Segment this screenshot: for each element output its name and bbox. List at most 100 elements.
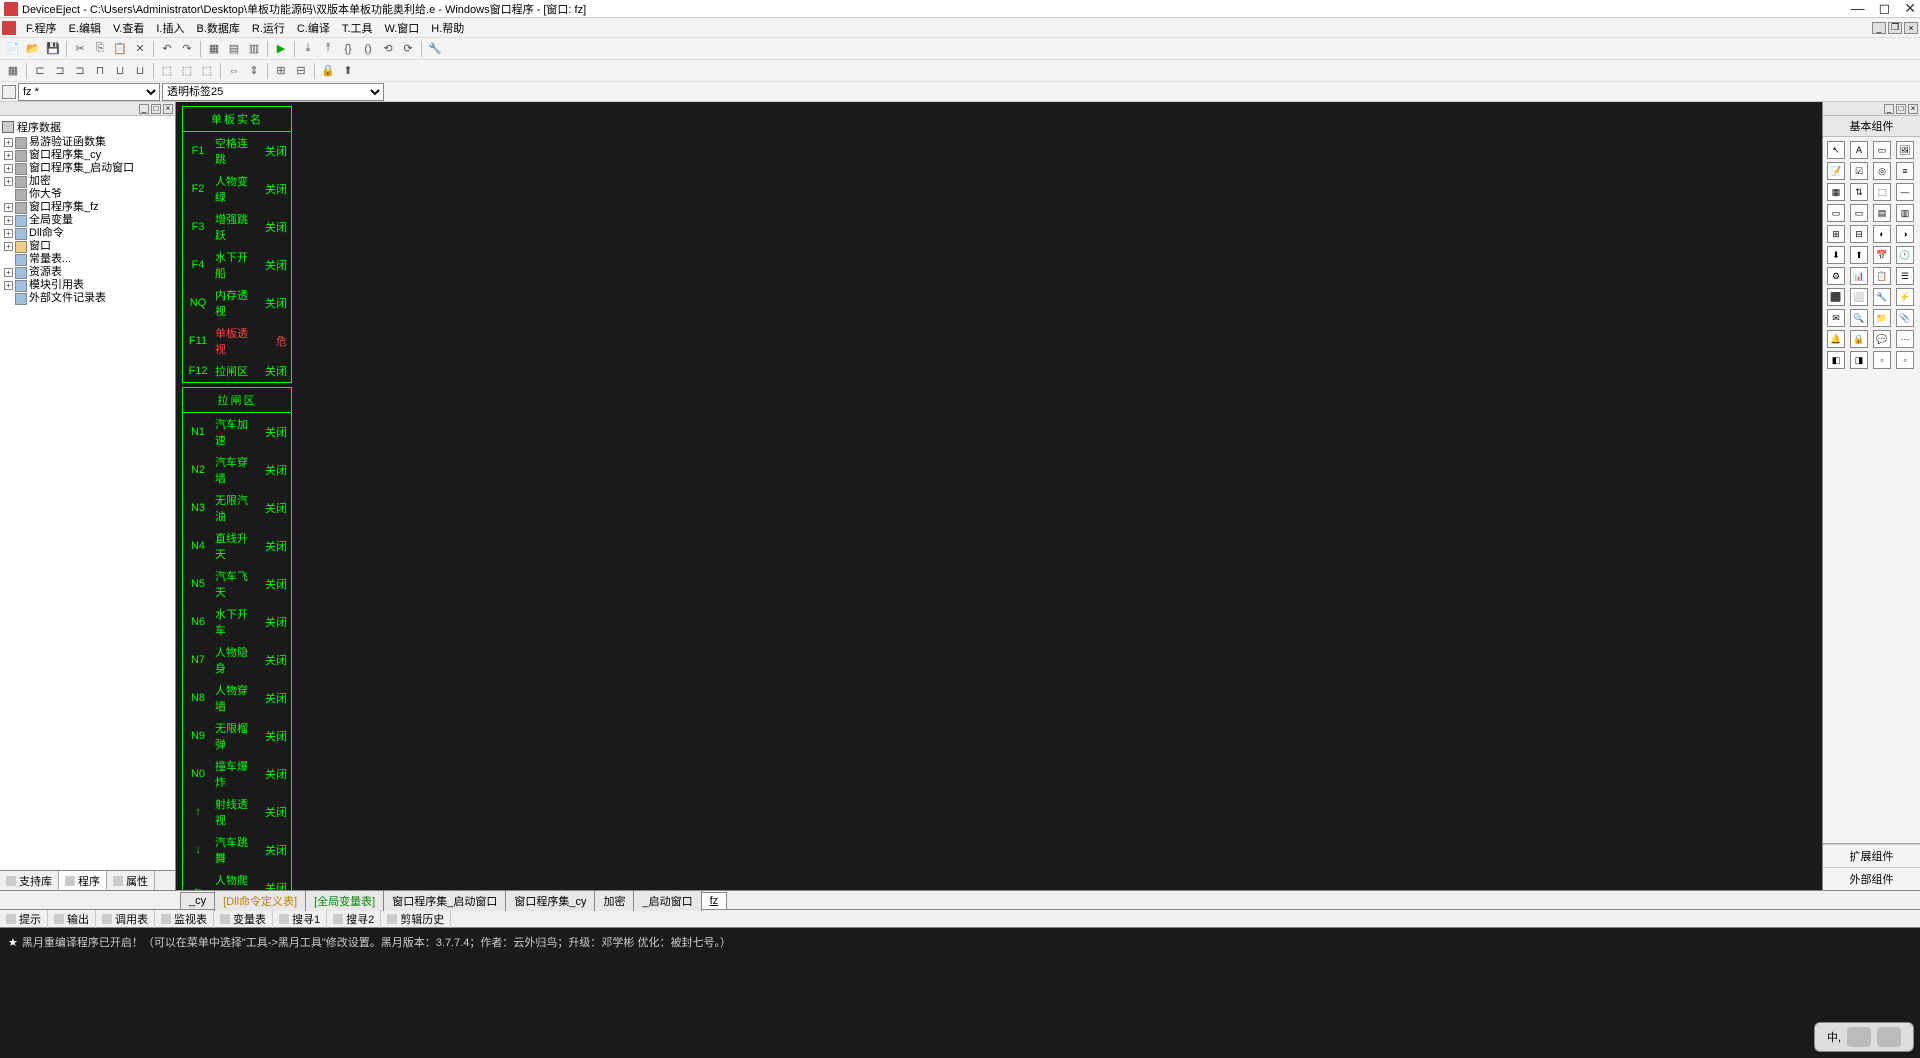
info-tab[interactable]: 搜寻1 (273, 910, 327, 928)
palette-component[interactable]: 📁 (1873, 309, 1891, 327)
mdi-minimize-button[interactable]: _ (1872, 22, 1886, 34)
info-tab[interactable]: 提示 (0, 910, 48, 928)
size-button-1[interactable]: ⬚ (158, 62, 176, 80)
info-tab[interactable]: 输出 (48, 910, 96, 928)
editor-tab[interactable]: [全局变量表] (305, 890, 384, 911)
align-left-button[interactable]: ⊏ (31, 62, 49, 80)
info-tab[interactable]: 剪辑历史 (381, 910, 451, 928)
feature-row[interactable]: N0撞车爆炸关闭 (183, 755, 291, 793)
palette-component[interactable]: 💬 (1873, 330, 1891, 348)
palette-category-button[interactable]: 扩展组件 (1823, 844, 1920, 867)
palette-component[interactable]: — (1896, 183, 1914, 201)
mdi-close-button[interactable]: × (1904, 22, 1918, 34)
panel-close-button[interactable]: × (163, 104, 173, 114)
copy-button[interactable]: ⎘ (91, 40, 109, 58)
editor-tab[interactable]: [Dll命令定义表] (214, 890, 306, 911)
palette-component[interactable]: 🔒 (1850, 330, 1868, 348)
palette-component[interactable]: 📋 (1873, 267, 1891, 285)
tree-node[interactable]: +模块引用表 (2, 279, 173, 292)
menu-item[interactable]: E.编辑 (63, 18, 107, 38)
palette-component[interactable]: 📎 (1896, 309, 1914, 327)
tree-node[interactable]: +加密 (2, 175, 173, 188)
cut-button[interactable]: ✂ (71, 40, 89, 58)
feature-row[interactable]: F2人物变绿关闭 (183, 170, 291, 208)
close-button[interactable]: ✕ (1904, 0, 1916, 17)
space-button-2[interactable]: ⇕ (245, 62, 263, 80)
tree-node[interactable]: +易游验证函数集 (2, 136, 173, 149)
palette-component[interactable]: ⊟ (1850, 225, 1868, 243)
debug-button-4[interactable]: () (359, 40, 377, 58)
info-tab[interactable]: 搜寻2 (327, 910, 381, 928)
run-button[interactable]: ▶ (272, 40, 290, 58)
feature-row[interactable]: N7人物隐身关闭 (183, 641, 291, 679)
panel-max-button[interactable]: □ (151, 104, 161, 114)
tree-toggle-icon[interactable]: + (4, 268, 13, 277)
delete-button[interactable]: ✕ (131, 40, 149, 58)
palette-component[interactable]: 🔔 (1827, 330, 1845, 348)
tree-toggle-icon[interactable]: + (4, 164, 13, 173)
feature-row[interactable]: N6水下开车关闭 (183, 603, 291, 641)
tree-toggle-icon[interactable]: + (4, 203, 13, 212)
palette-component[interactable]: ▭ (1827, 204, 1845, 222)
debug-button-5[interactable]: ⟲ (379, 40, 397, 58)
editor-tab[interactable]: _cy (180, 892, 215, 909)
debug-button-6[interactable]: ⟳ (399, 40, 417, 58)
feature-row[interactable]: F11单板透视危 (183, 322, 291, 360)
grid-button[interactable]: ▦ (4, 62, 22, 80)
form-designer[interactable]: 单板实名 F1空格连跳关闭F2人物变绿关闭F3增强跳跃关闭F4水下开船关闭NQ内… (176, 102, 1822, 890)
info-tab[interactable]: 调用表 (96, 910, 155, 928)
tool-button[interactable]: 🔧 (426, 40, 444, 58)
open-button[interactable]: 📂 (24, 40, 42, 58)
menu-item[interactable]: H.帮助 (425, 18, 470, 38)
control-selector[interactable]: 透明标签25 (162, 83, 384, 101)
align-bottom-button[interactable]: ⊔ (131, 62, 149, 80)
feature-row[interactable]: ←人物爬墙关闭 (183, 869, 291, 890)
palette-component[interactable]: ⬇ (1827, 246, 1845, 264)
feature-row[interactable]: N8人物穿墙关闭 (183, 679, 291, 717)
info-tab[interactable]: 变量表 (214, 910, 273, 928)
center-h-button[interactable]: ⊞ (272, 62, 290, 80)
tree-toggle-icon[interactable]: + (4, 281, 13, 290)
feature-row[interactable]: N5汽车飞天关闭 (183, 565, 291, 603)
paste-button[interactable]: 📋 (111, 40, 129, 58)
debug-button-3[interactable]: {} (339, 40, 357, 58)
palette-component[interactable]: ⚡ (1896, 288, 1914, 306)
palette-component[interactable]: 🕐 (1896, 246, 1914, 264)
feature-row[interactable]: F3增强跳跃关闭 (183, 208, 291, 246)
menu-item[interactable]: B.数据库 (190, 18, 245, 38)
tree-node[interactable]: +资源表 (2, 266, 173, 279)
new-button[interactable]: 📄 (4, 40, 22, 58)
layout-button-1[interactable]: ▦ (205, 40, 223, 58)
order-button[interactable]: ⬆ (339, 62, 357, 80)
layout-button-2[interactable]: ▤ (225, 40, 243, 58)
palette-component[interactable]: ▦ (1827, 183, 1845, 201)
mdi-restore-button[interactable]: ❐ (1888, 22, 1902, 34)
rpanel-close-button[interactable]: × (1908, 104, 1918, 114)
palette-component[interactable]: ⚙ (1827, 267, 1845, 285)
tree-toggle-icon[interactable]: + (4, 151, 13, 160)
feature-row[interactable]: N4直线升天关闭 (183, 527, 291, 565)
palette-component[interactable]: ⊞ (1827, 225, 1845, 243)
palette-component[interactable]: ⬆ (1850, 246, 1868, 264)
feature-row[interactable]: F12拉闸区关闭 (183, 360, 291, 382)
output-console[interactable]: ★黑月重编译程序已开启！（可以在菜单中选择"工具->黑月工具"修改设置。黑月版本… (0, 928, 1920, 1058)
palette-component[interactable]: A (1850, 141, 1868, 159)
tree-node[interactable]: 你大爷 (2, 188, 173, 201)
palette-component[interactable]: 📝 (1827, 162, 1845, 180)
align-center-button[interactable]: ⊐ (51, 62, 69, 80)
feature-row[interactable]: N1汽车加速关闭 (183, 413, 291, 451)
palette-component[interactable]: ≡ (1896, 162, 1914, 180)
tree-node[interactable]: +窗口程序集_cy (2, 149, 173, 162)
feature-row[interactable]: N9无限榴弹关闭 (183, 717, 291, 755)
feature-row[interactable]: ↑射线透视关闭 (183, 793, 291, 831)
editor-tab[interactable]: 窗口程序集_启动窗口 (383, 890, 506, 911)
align-middle-button[interactable]: ⊔ (111, 62, 129, 80)
rpanel-min-button[interactable]: _ (1884, 104, 1894, 114)
feature-row[interactable]: F4水下开船关闭 (183, 246, 291, 284)
tree-node[interactable]: 常量表... (2, 253, 173, 266)
palette-component[interactable]: ✉ (1827, 309, 1845, 327)
info-tab[interactable]: 监视表 (155, 910, 214, 928)
palette-component[interactable]: ⬜ (1850, 288, 1868, 306)
editor-tab[interactable]: 加密 (594, 890, 634, 911)
palette-component[interactable]: 📊 (1850, 267, 1868, 285)
